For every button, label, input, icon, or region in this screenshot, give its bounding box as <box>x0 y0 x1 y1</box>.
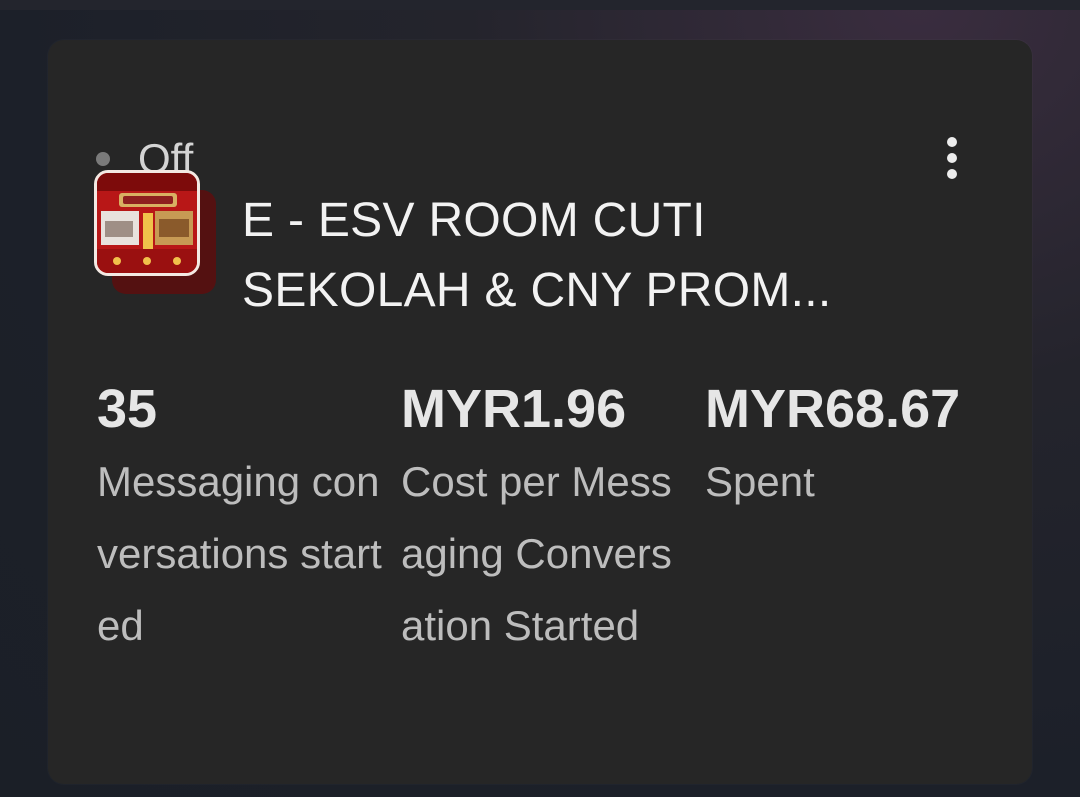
ad-title[interactable]: E - ESV ROOM CUTI SEKOLAH & CNY PROM... <box>242 186 942 326</box>
top-strip <box>0 0 1080 10</box>
metric-value: MYR68.67 <box>705 379 961 439</box>
metric-label: Cost per Messaging Conversation Started <box>401 458 672 649</box>
more-vertical-icon <box>947 169 957 179</box>
metric-cost-per-conversation: MYR1.96 Cost per Messaging Conversation … <box>401 372 691 662</box>
metric-value: 35 <box>97 379 158 439</box>
ad-image <box>94 170 200 276</box>
metric-value: MYR1.96 <box>401 379 627 439</box>
metric-spent: MYR68.67 Spent <box>705 372 995 518</box>
metric-conversations: 35 Messaging conversations started <box>97 372 387 662</box>
status-dot-icon <box>96 152 110 166</box>
metric-label: Spent <box>705 458 815 505</box>
more-vertical-icon <box>947 137 957 147</box>
more-options-button[interactable] <box>932 134 972 182</box>
metric-label: Messaging conversations started <box>97 458 382 649</box>
more-vertical-icon <box>947 153 957 163</box>
ad-thumbnail[interactable] <box>94 170 224 300</box>
